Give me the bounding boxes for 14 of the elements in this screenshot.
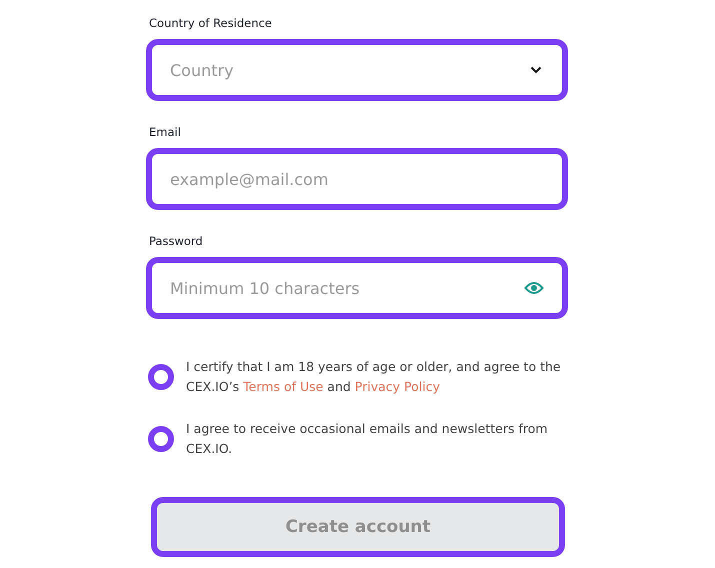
field-label: Email [149, 125, 182, 139]
password-field[interactable]: Minimum 10 characters [146, 257, 568, 319]
email-field[interactable]: example@mail.com [146, 148, 568, 210]
consent-text: I agree to receive occasional emails and newsletters from CEX.IO. [186, 420, 549, 458]
link[interactable]: Privacy Policy [354, 379, 440, 394]
consent-text: I certify that I am 18 years of age or older, and agree to the CEX.IO’s Terms of Use and Privacy Policy [186, 358, 562, 396]
link[interactable]: Terms of Use [243, 379, 324, 394]
checkbox[interactable] [148, 426, 174, 452]
country-select[interactable]: Country [146, 39, 568, 101]
field-label: Password [149, 234, 204, 248]
eye-icon[interactable] [524, 281, 544, 295]
chevron-down-icon [530, 66, 542, 74]
checkbox[interactable] [148, 364, 174, 390]
field-label: Country of Residence [149, 16, 273, 30]
